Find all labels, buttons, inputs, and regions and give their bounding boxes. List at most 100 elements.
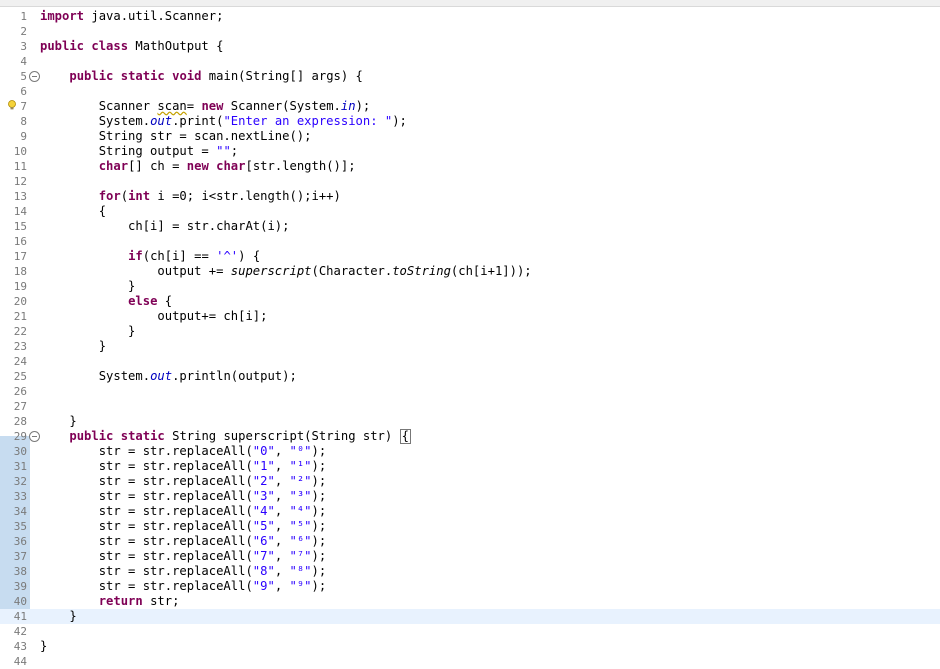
code-text[interactable]: str = str.replaceAll("5", "⁵"); xyxy=(40,519,327,534)
code-token: str = str.replaceAll( xyxy=(40,564,253,578)
code-line[interactable]: 3 public class MathOutput { xyxy=(0,39,940,54)
fold-minus-icon[interactable] xyxy=(29,71,40,82)
code-line[interactable]: 36 str = str.replaceAll("6", "⁶"); xyxy=(0,534,940,549)
code-line[interactable]: 38 str = str.replaceAll("8", "⁸"); xyxy=(0,564,940,579)
code-line[interactable]: 18 output += superscript(Character.toStr… xyxy=(0,264,940,279)
code-text[interactable]: import java.util.Scanner; xyxy=(40,9,223,24)
code-line[interactable]: 41 } xyxy=(0,609,940,624)
code-text[interactable]: } xyxy=(40,414,76,429)
code-text[interactable]: str = str.replaceAll("1", "¹"); xyxy=(40,459,327,474)
code-text[interactable]: for(int i =0; i<str.length();i++) xyxy=(40,189,341,204)
code-line[interactable]: 19 } xyxy=(0,279,940,294)
code-text[interactable]: str = str.replaceAll("4", "⁴"); xyxy=(40,504,327,519)
code-line[interactable]: 22 } xyxy=(0,324,940,339)
code-text[interactable]: str = str.replaceAll("7", "⁷"); xyxy=(40,549,327,564)
code-line[interactable]: 43} xyxy=(0,639,940,654)
code-line[interactable]: 9 String str = scan.nextLine(); xyxy=(0,129,940,144)
code-line[interactable]: 21 output+= ch[i]; xyxy=(0,309,940,324)
code-line[interactable]: 4 xyxy=(0,54,940,69)
code-line[interactable]: 14 { xyxy=(0,204,940,219)
code-line[interactable]: 42 xyxy=(0,624,940,639)
code-line[interactable]: 5 public static void main(String[] args)… xyxy=(0,69,940,84)
code-text[interactable]: public class MathOutput { xyxy=(40,39,223,54)
code-line[interactable]: 7 Scanner scan= new Scanner(System.in); xyxy=(0,99,940,114)
code-line[interactable]: 12 xyxy=(0,174,940,189)
code-line[interactable]: 16 xyxy=(0,234,940,249)
code-text[interactable]: String str = scan.nextLine(); xyxy=(40,129,312,144)
code-token: in xyxy=(340,99,356,113)
code-line[interactable]: 26 xyxy=(0,384,940,399)
fold-minus-icon[interactable] xyxy=(29,431,40,442)
code-line[interactable]: 37 str = str.replaceAll("7", "⁷"); xyxy=(0,549,940,564)
warning-lightbulb-icon[interactable] xyxy=(7,100,17,110)
code-token: ); xyxy=(311,534,327,548)
code-line[interactable]: 40 return str; xyxy=(0,594,940,609)
code-text[interactable]: char[] ch = new char[str.length()]; xyxy=(40,159,356,174)
code-text[interactable]: output+= ch[i]; xyxy=(40,309,267,324)
code-token: superscript xyxy=(230,264,312,278)
code-token: ); xyxy=(311,474,327,488)
code-text[interactable]: { xyxy=(40,204,106,219)
code-line[interactable]: 6 xyxy=(0,84,940,99)
code-text[interactable]: str = str.replaceAll("9", "⁹"); xyxy=(40,579,327,594)
code-line[interactable]: 33 str = str.replaceAll("3", "³"); xyxy=(0,489,940,504)
code-line[interactable]: 28 } xyxy=(0,414,940,429)
code-line[interactable]: 10 String output = ""; xyxy=(0,144,940,159)
code-line[interactable]: 11 char[] ch = new char[str.length()]; xyxy=(0,159,940,174)
code-token: , xyxy=(274,489,290,503)
code-line[interactable]: 8 System.out.print("Enter an expression:… xyxy=(0,114,940,129)
code-token: MathOutput { xyxy=(128,39,224,53)
code-token: , xyxy=(274,459,290,473)
code-text[interactable]: str = str.replaceAll("8", "⁸"); xyxy=(40,564,327,579)
code-line[interactable]: 34 str = str.replaceAll("4", "⁴"); xyxy=(0,504,940,519)
code-text[interactable]: } xyxy=(40,324,135,339)
code-token: String superscript(String str) xyxy=(164,429,400,443)
code-token: output+= ch[i]; xyxy=(40,309,268,323)
code-editor[interactable]: 1 import java.util.Scanner; 2 3 public class… xyxy=(0,0,940,668)
code-line[interactable]: 20 else { xyxy=(0,294,940,309)
code-text[interactable]: else { xyxy=(40,294,172,309)
code-text[interactable]: } xyxy=(40,609,76,624)
code-line[interactable]: 17 if(ch[i] == '^') { xyxy=(0,249,940,264)
code-text[interactable]: System.out.println(output); xyxy=(40,369,297,384)
code-line[interactable]: 15 ch[i] = str.charAt(i); xyxy=(0,219,940,234)
code-text[interactable]: str = str.replaceAll("0", "⁰"); xyxy=(40,444,327,459)
code-line[interactable]: 13 for(int i =0; i<str.length();i++) xyxy=(0,189,940,204)
code-line[interactable]: 27 xyxy=(0,399,940,414)
code-text[interactable]: public static String superscript(String … xyxy=(40,429,411,444)
code-text[interactable]: Scanner scan= new Scanner(System.in); xyxy=(40,99,371,114)
code-token: , xyxy=(274,519,290,533)
code-token: str = str.replaceAll( xyxy=(40,519,253,533)
code-line[interactable]: 2 xyxy=(0,24,940,39)
code-line[interactable]: 23 } xyxy=(0,339,940,354)
code-text[interactable]: if(ch[i] == '^') { xyxy=(40,249,260,264)
code-text[interactable]: public static void main(String[] args) { xyxy=(40,69,363,84)
code-text[interactable]: } xyxy=(40,339,106,354)
code-text[interactable]: return str; xyxy=(40,594,180,609)
code-text[interactable]: ch[i] = str.charAt(i); xyxy=(40,219,289,234)
code-text[interactable]: output += superscript(Character.toString… xyxy=(40,264,531,279)
code-line[interactable]: 24 xyxy=(0,354,940,369)
code-text[interactable]: str = str.replaceAll("2", "²"); xyxy=(40,474,327,489)
code-line[interactable]: 44 xyxy=(0,654,940,669)
line-number: 21 xyxy=(13,310,27,323)
code-line[interactable]: 35 str = str.replaceAll("5", "⁵"); xyxy=(0,519,940,534)
code-token: scan xyxy=(157,99,187,113)
code-line[interactable]: 32 str = str.replaceAll("2", "²"); xyxy=(0,474,940,489)
code-token: str = str.replaceAll( xyxy=(40,534,253,548)
code-line[interactable]: 30 str = str.replaceAll("0", "⁰"); xyxy=(0,444,940,459)
code-line[interactable]: 1 import java.util.Scanner; xyxy=(0,9,940,24)
code-text[interactable]: } xyxy=(40,279,135,294)
code-line[interactable]: 31 str = str.replaceAll("1", "¹"); xyxy=(0,459,940,474)
code-text[interactable]: str = str.replaceAll("6", "⁶"); xyxy=(40,534,327,549)
code-text[interactable]: str = str.replaceAll("3", "³"); xyxy=(40,489,327,504)
code-line[interactable]: 29 public static String superscript(Stri… xyxy=(0,429,940,444)
code-line[interactable]: 25 System.out.println(output); xyxy=(0,369,940,384)
code-token: Scanner xyxy=(40,99,158,113)
line-number: 15 xyxy=(13,220,27,233)
code-text[interactable]: String output = ""; xyxy=(40,144,238,159)
code-text[interactable]: System.out.print("Enter an expression: "… xyxy=(40,114,407,129)
code-line[interactable]: 39 str = str.replaceAll("9", "⁹"); xyxy=(0,579,940,594)
code-text[interactable]: } xyxy=(40,639,47,654)
